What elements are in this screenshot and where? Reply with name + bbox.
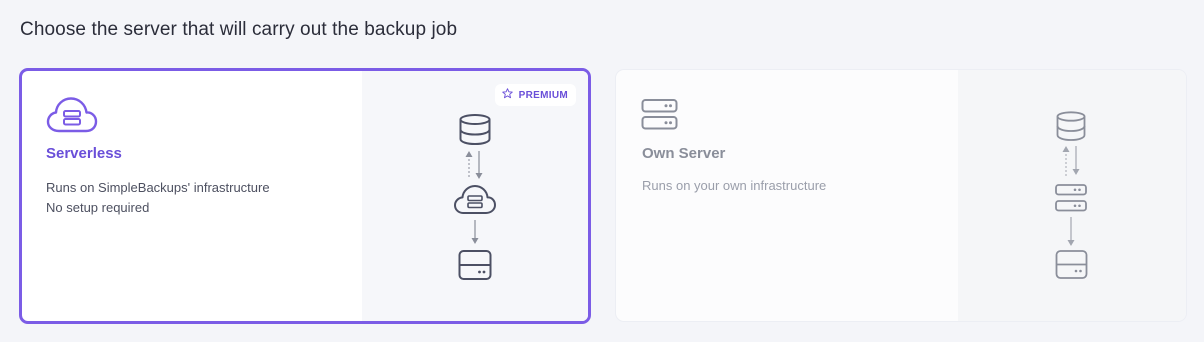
server-stack-icon: [641, 98, 679, 137]
server-option-serverless[interactable]: Serverless Runs on SimpleBackups' infras…: [19, 68, 591, 324]
cloud-server-icon: [454, 185, 496, 214]
bidirectional-arrow-icon: [465, 151, 483, 179]
description-line: Runs on your own infrastructure: [642, 178, 827, 193]
page-heading: Choose the server that will carry out th…: [20, 19, 458, 40]
down-arrow-icon: [1067, 217, 1075, 246]
cloud-server-icon: [46, 96, 98, 139]
option-diagram-panel: [958, 70, 1186, 321]
down-arrow-icon: [471, 220, 479, 244]
server-stack-icon: [1055, 184, 1087, 212]
option-description: Runs on your own infrastructure: [642, 176, 826, 196]
storage-drive-icon: [458, 250, 492, 280]
option-info: Serverless Runs on SimpleBackups' infras…: [22, 71, 362, 321]
option-info: Own Server Runs on your own infrastructu…: [616, 70, 958, 321]
description-line: No setup required: [46, 200, 150, 215]
option-description: Runs on SimpleBackups' infrastructure No…: [46, 178, 270, 218]
bidirectional-arrow-icon: [1062, 146, 1080, 176]
option-title: Serverless: [46, 145, 122, 162]
description-line: Runs on SimpleBackups' infrastructure: [46, 180, 270, 195]
database-icon: [459, 114, 491, 146]
backup-flow-diagram: [1055, 111, 1088, 279]
option-title: Own Server: [642, 145, 726, 162]
server-option-own-server[interactable]: Own Server Runs on your own infrastructu…: [615, 69, 1187, 322]
option-diagram-panel: PREMIUM: [362, 71, 588, 321]
database-icon: [1056, 111, 1086, 141]
backup-flow-diagram: [454, 114, 496, 280]
storage-drive-icon: [1055, 250, 1088, 279]
